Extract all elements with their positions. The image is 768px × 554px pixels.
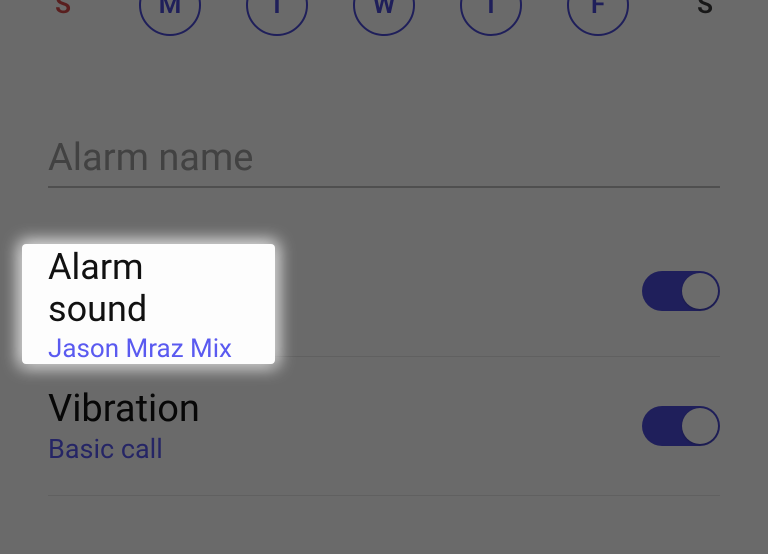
toggle-knob [682, 273, 718, 309]
day-friday[interactable]: F [567, 0, 629, 36]
alarm-sound-toggle[interactable] [642, 271, 720, 311]
alarm-sound-highlight-value: Jason Mraz Mix [48, 334, 249, 364]
day-sunday[interactable]: S [32, 0, 94, 36]
alarm-settings-screen: S M T W T F S Alarm sound Jason Mraz Mix… [0, 0, 768, 554]
toggle-knob [682, 408, 718, 444]
vibration-value: Basic call [48, 433, 642, 465]
day-saturday[interactable]: S [674, 0, 736, 36]
day-thursday[interactable]: T [460, 0, 522, 36]
weekday-row: S M T W T F S [0, 0, 768, 46]
alarm-name-input[interactable] [48, 136, 720, 180]
vibration-toggle[interactable] [642, 406, 720, 446]
alarm-sound-highlight-title: Alarm sound [48, 246, 249, 330]
vibration-text: Vibration Basic call [48, 387, 642, 465]
vibration-row[interactable]: Vibration Basic call [48, 357, 720, 496]
vibration-title: Vibration [48, 387, 642, 431]
day-monday[interactable]: M [139, 0, 201, 36]
day-tuesday[interactable]: T [246, 0, 308, 36]
alarm-sound-highlight[interactable]: Alarm sound Jason Mraz Mix [22, 244, 275, 364]
day-wednesday[interactable]: W [353, 0, 415, 36]
alarm-name-field[interactable] [48, 136, 720, 188]
